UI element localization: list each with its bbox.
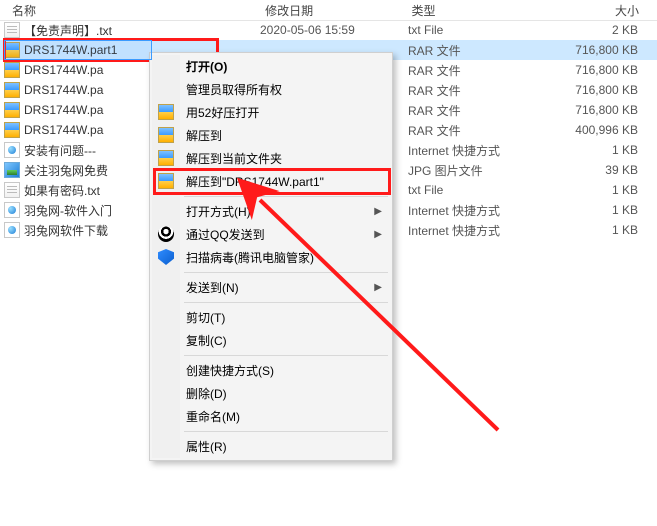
menu-separator	[184, 196, 388, 197]
menu-scan-label: 扫描病毒(腾讯电脑管家)	[186, 249, 314, 266]
file-size: 716,800 KB	[520, 103, 656, 117]
column-headers: 名称 修改日期 类型 大小	[0, 0, 657, 21]
menu-admin-label: 管理员取得所有权	[186, 81, 282, 98]
file-size: 39 KB	[520, 163, 656, 177]
url-icon	[4, 222, 20, 238]
file-size: 400,996 KB	[520, 123, 656, 137]
menu-separator	[184, 355, 388, 356]
menu-delete[interactable]: 删除(D)	[152, 382, 390, 405]
chevron-right-icon: ▶	[374, 229, 382, 240]
col-type[interactable]: 类型	[412, 2, 523, 19]
menu-rename-label: 重命名(M)	[186, 408, 240, 425]
file-size: 716,800 KB	[520, 63, 656, 77]
shield-icon	[158, 249, 174, 265]
menu-extract-here[interactable]: 解压到当前文件夹	[152, 147, 390, 170]
menu-extract-here-label: 解压到当前文件夹	[186, 150, 282, 167]
jpg-icon	[4, 162, 20, 178]
menu-extract-name[interactable]: 解压到"DRS1744W.part1"	[152, 170, 390, 193]
context-menu: 打开(O) 管理员取得所有权 用52好压打开 解压到 解压到当前文件夹 解压到"…	[149, 52, 393, 461]
file-type: Internet 快捷方式	[408, 142, 520, 159]
file-size: 1 KB	[520, 203, 656, 217]
file-type: RAR 文件	[408, 42, 520, 59]
menu-scan[interactable]: 扫描病毒(腾讯电脑管家)	[152, 246, 390, 269]
url-icon	[4, 142, 20, 158]
rar-icon	[4, 102, 20, 118]
menu-properties[interactable]: 属性(R)	[152, 435, 390, 458]
file-type: Internet 快捷方式	[408, 202, 520, 219]
file-size: 1 KB	[520, 223, 656, 237]
selection-box	[4, 40, 152, 60]
menu-separator	[184, 431, 388, 432]
menu-cut-label: 剪切(T)	[186, 309, 225, 326]
url-icon	[4, 202, 20, 218]
file-size: 716,800 KB	[520, 43, 656, 57]
menu-shortcut[interactable]: 创建快捷方式(S)	[152, 359, 390, 382]
txt-icon	[4, 22, 20, 38]
menu-open52[interactable]: 用52好压打开	[152, 101, 390, 124]
menu-open[interactable]: 打开(O)	[152, 55, 390, 78]
rar-icon	[4, 82, 20, 98]
menu-copy-label: 复制(C)	[186, 332, 227, 349]
menu-shortcut-label: 创建快捷方式(S)	[186, 362, 274, 379]
menu-open-with[interactable]: 打开方式(H) ▶	[152, 200, 390, 223]
file-size: 1 KB	[520, 183, 656, 197]
file-size: 2 KB	[520, 23, 656, 37]
col-size[interactable]: 大小	[522, 2, 657, 19]
menu-rename[interactable]: 重命名(M)	[152, 405, 390, 428]
file-type: RAR 文件	[408, 102, 520, 119]
menu-extract-name-label: 解压到"DRS1744W.part1"	[186, 173, 324, 190]
menu-send-to[interactable]: 发送到(N) ▶	[152, 276, 390, 299]
file-type: Internet 快捷方式	[408, 222, 520, 239]
menu-cut[interactable]: 剪切(T)	[152, 306, 390, 329]
menu-extract-to-label: 解压到	[186, 127, 222, 144]
file-type: RAR 文件	[408, 82, 520, 99]
rar-icon	[158, 150, 174, 166]
file-size: 716,800 KB	[520, 83, 656, 97]
rar-icon	[158, 127, 174, 143]
chevron-right-icon: ▶	[374, 282, 382, 293]
menu-send-qq[interactable]: 通过QQ发送到 ▶	[152, 223, 390, 246]
file-date: 2020-05-06 15:59	[260, 23, 408, 37]
rar-icon	[158, 104, 174, 120]
file-type: RAR 文件	[408, 62, 520, 79]
menu-open-with-label: 打开方式(H)	[186, 203, 251, 220]
file-name: 【免责声明】.txt	[24, 22, 260, 39]
menu-send-to-label: 发送到(N)	[186, 279, 239, 296]
chevron-right-icon: ▶	[374, 206, 382, 217]
col-name[interactable]: 名称	[4, 2, 265, 19]
file-size: 1 KB	[520, 143, 656, 157]
file-type: txt File	[408, 23, 520, 37]
file-type: txt File	[408, 183, 520, 197]
menu-properties-label: 属性(R)	[186, 438, 227, 455]
menu-open-label: 打开(O)	[186, 58, 227, 75]
menu-separator	[184, 272, 388, 273]
file-type: RAR 文件	[408, 122, 520, 139]
menu-separator	[184, 302, 388, 303]
menu-extract-to[interactable]: 解压到	[152, 124, 390, 147]
menu-open52-label: 用52好压打开	[186, 104, 259, 121]
file-type: JPG 图片文件	[408, 162, 520, 179]
file-row[interactable]: 【免责声明】.txt2020-05-06 15:59txt File2 KB	[0, 20, 657, 40]
menu-send-qq-label: 通过QQ发送到	[186, 226, 265, 243]
qq-icon	[158, 226, 174, 242]
rar-icon	[4, 122, 20, 138]
menu-copy[interactable]: 复制(C)	[152, 329, 390, 352]
rar-icon	[4, 62, 20, 78]
menu-delete-label: 删除(D)	[186, 385, 227, 402]
menu-admin[interactable]: 管理员取得所有权	[152, 78, 390, 101]
txt-icon	[4, 182, 20, 198]
rar-icon	[158, 173, 174, 189]
col-date[interactable]: 修改日期	[265, 2, 411, 19]
